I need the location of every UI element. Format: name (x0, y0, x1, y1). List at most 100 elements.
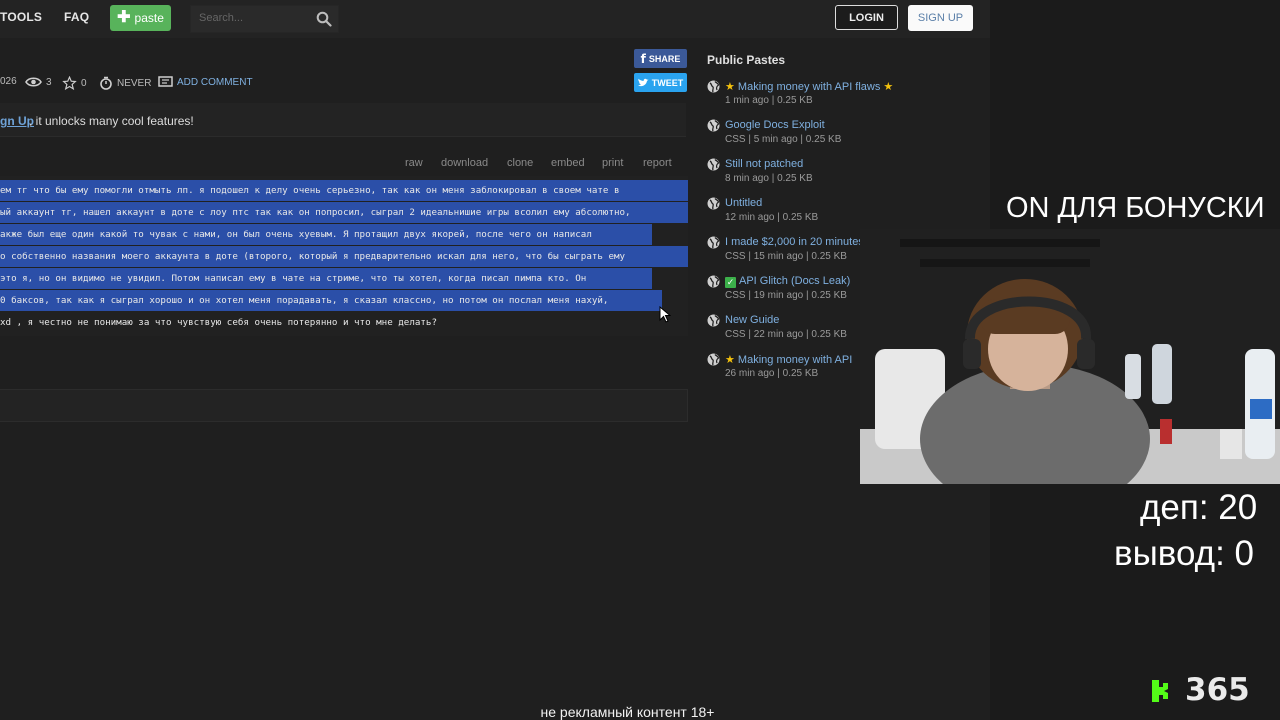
tweet-label: TWEET (651, 77, 684, 88)
public-paste-title[interactable]: ★ Making money with API flaws ★ (725, 80, 893, 93)
public-paste-item[interactable]: ★ Making money with API flaws ★ 1 min ago… (707, 80, 893, 114)
public-paste-title-text: API Glitch (Docs Leak) (739, 275, 851, 287)
search-input[interactable] (199, 10, 309, 26)
public-paste-item[interactable]: Still not patched 8 min ago | 0.25 KB (707, 158, 867, 192)
raw-link[interactable]: raw (405, 157, 423, 169)
globe-icon (707, 275, 720, 288)
public-paste-meta: 26 min ago | 0.25 KB (725, 368, 819, 379)
nav-tools-link[interactable]: TOOLS (0, 10, 42, 24)
signup-button[interactable]: SIGN UP (908, 5, 973, 31)
search-box (190, 5, 339, 33)
withdrawal-counter: вывод: 0 (1114, 534, 1254, 573)
paste-date-text: 026 (0, 76, 17, 87)
code-line: акже был еще один какой то чувак с нами,… (0, 224, 652, 245)
globe-icon (707, 80, 720, 93)
code-line: о собственно названия моего аккаунта в д… (0, 246, 688, 267)
code-line: ый аккаунт тг, нашел аккаунт в доте с ло… (0, 202, 688, 223)
public-paste-item[interactable]: ★ Making money with API 26 min ago | 0.25… (707, 353, 867, 387)
timer-icon (100, 76, 112, 90)
public-paste-title[interactable]: Untitled (725, 197, 762, 209)
public-paste-title[interactable]: New Guide (725, 314, 779, 326)
facebook-share-button[interactable]: f SHARE (634, 49, 687, 68)
expiration-text: NEVER (117, 77, 152, 89)
verified-check-icon: ✓ (725, 277, 736, 288)
public-paste-title-text: Untitled (725, 197, 763, 209)
public-paste-title[interactable]: I made $2,000 in 20 minutes (725, 236, 864, 248)
eye-icon (25, 77, 42, 87)
code-line: xd , я честно не понимаю за что чувствую… (0, 317, 437, 328)
globe-icon (707, 197, 720, 210)
overlay-banner: ON ДЛЯ БОНУСКИ (1006, 192, 1265, 224)
print-link[interactable]: print (602, 157, 623, 169)
star-outline-icon[interactable] (62, 76, 77, 90)
views-count: 3 (46, 76, 52, 88)
public-paste-title[interactable]: Still not patched (725, 158, 803, 170)
code-line: 0 баксов, так как я сыграл хорошо и он х… (0, 290, 662, 311)
globe-icon (707, 314, 720, 327)
public-paste-title[interactable]: Google Docs Exploit (725, 119, 825, 131)
public-paste-title-text: Making money with API (737, 354, 853, 366)
star-icon: ★ (725, 81, 738, 93)
paste-stars: 0 (62, 76, 87, 90)
code-line: ем тг что бы ему помогли отмыть лп. я по… (0, 180, 688, 201)
nav-faq-link[interactable]: FAQ (64, 10, 89, 24)
star-icon: ★ (880, 81, 894, 93)
new-paste-label: paste (134, 11, 164, 25)
public-paste-title-text: Making money with API flaws (737, 81, 881, 93)
public-paste-title-text: I made $2,000 in 20 minutes (725, 236, 864, 248)
viewer-counter: 365 (1185, 672, 1250, 708)
webcam-image (860, 229, 1280, 484)
twitter-icon (637, 78, 649, 87)
paste-date: 026 (0, 76, 17, 87)
public-paste-meta: CSS | 15 min ago | 0.25 KB (725, 251, 847, 262)
public-paste-item[interactable]: Google Docs Exploit CSS | 5 min ago | 0.2… (707, 119, 867, 153)
public-paste-title-text: Still not patched (725, 158, 804, 170)
public-paste-meta: CSS | 19 min ago | 0.25 KB (725, 290, 847, 301)
signup-notice: gn Up , it unlocks many cool features! (0, 103, 686, 137)
globe-icon (707, 353, 720, 366)
public-paste-title[interactable]: ★ Making money with API (725, 353, 852, 366)
public-paste-item[interactable]: Untitled 12 min ago | 0.25 KB (707, 197, 867, 231)
paste-views: 3 (25, 76, 52, 88)
globe-icon (707, 158, 720, 171)
report-link[interactable]: report (643, 157, 672, 169)
facebook-icon: f (640, 51, 646, 66)
public-paste-item[interactable]: ✓ API Glitch (Docs Leak) CSS | 19 min ago … (707, 275, 867, 309)
kick-logo-icon (1152, 680, 1168, 702)
clone-link[interactable]: clone (507, 157, 533, 169)
globe-icon (707, 119, 720, 132)
public-paste-meta: 12 min ago | 0.25 KB (725, 212, 819, 223)
search-icon[interactable] (316, 11, 332, 27)
stars-count: 0 (81, 77, 87, 89)
globe-icon (707, 236, 720, 249)
download-link[interactable]: download (441, 157, 488, 169)
code-line: это я, но он видимо не увидил. Потом нап… (0, 268, 652, 289)
plus-icon: ✚ (117, 9, 131, 26)
comment-box[interactable] (0, 389, 688, 422)
public-paste-item[interactable]: New Guide CSS | 22 min ago | 0.25 KB (707, 314, 867, 348)
public-paste-title[interactable]: ✓ API Glitch (Docs Leak) (725, 275, 850, 288)
mouse-cursor-icon (659, 306, 671, 323)
add-comment-link[interactable]: ADD COMMENT (158, 76, 253, 89)
public-paste-title-text: New Guide (725, 314, 780, 326)
top-navbar: TOOLS FAQ ✚ paste LOGIN SIGN UP (0, 0, 990, 38)
deposit-counter: деп: 20 (1140, 488, 1258, 527)
star-icon: ★ (725, 354, 738, 366)
public-paste-item[interactable]: I made $2,000 in 20 minutes CSS | 15 min … (707, 236, 867, 270)
notice-text: , it unlocks many cool features! (29, 114, 194, 128)
paste-content[interactable]: ем тг что бы ему помогли отмыть лп. я по… (0, 176, 688, 336)
webcam-feed (860, 229, 1280, 484)
embed-link[interactable]: embed (551, 157, 585, 169)
comment-icon (158, 76, 173, 87)
public-paste-title-text: Google Docs Exploit (725, 119, 825, 131)
public-pastes-title: Public Pastes (707, 53, 786, 67)
new-paste-button[interactable]: ✚ paste (110, 5, 171, 31)
twitter-share-button[interactable]: TWEET (634, 73, 687, 92)
login-button[interactable]: LOGIN (835, 5, 898, 30)
disclaimer-caption: не рекламный контент 18+ (540, 704, 715, 720)
paste-expiration: NEVER (99, 76, 151, 90)
public-paste-meta: 1 min ago | 0.25 KB (725, 95, 813, 106)
public-paste-meta: CSS | 22 min ago | 0.25 KB (725, 329, 847, 340)
share-label: SHARE (648, 53, 681, 64)
add-comment-label: ADD COMMENT (177, 77, 253, 88)
